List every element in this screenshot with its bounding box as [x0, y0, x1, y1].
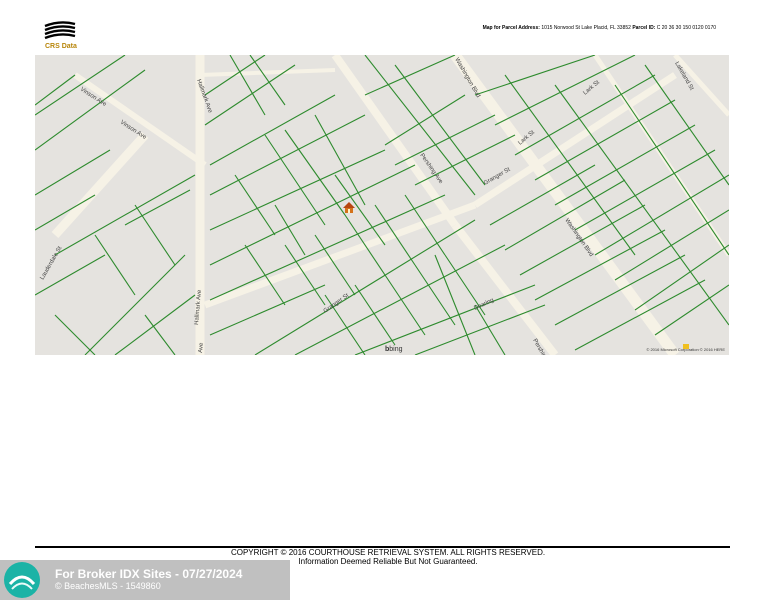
map-canvas: Vinson Ave Vinson Ave Hallmark Ave Hallm… [35, 55, 729, 355]
bing-label: bing [389, 346, 403, 353]
crs-logo-icon [44, 21, 76, 41]
house-marker-icon[interactable] [343, 202, 355, 213]
street-label-lark-st-1: Lark St [582, 80, 601, 97]
brand-name: CRS Data [45, 43, 77, 50]
idx-watermark: For Broker IDX Sites - 07/27/2024 © Beac… [0, 560, 290, 600]
street-label-granger-st-2: Granger St [323, 293, 351, 315]
crs-logo: CRS Data [43, 20, 83, 54]
map-for-label: Map for Parcel Address: [482, 25, 540, 31]
parcel-header: Map for Parcel Address: 1015 Norwood St … [483, 25, 716, 31]
parcel-id-label: Parcel ID: [632, 25, 656, 31]
parcel-address: 1015 Norwood St Lake Placid, FL 33852 [541, 25, 631, 31]
parcel-id: C 20 36 30 150 0120 0170 [656, 25, 716, 31]
street-label-lauderdale: Lauderdale St [40, 245, 64, 281]
parcel-map[interactable]: Vinson Ave Vinson Ave Hallmark Ave Hallm… [35, 55, 729, 355]
copyright-text: COPYRIGHT © 2016 COURTHOUSE RETRIEVAL SY… [230, 548, 546, 557]
street-label-ave-bottom: Ave [198, 342, 205, 353]
watermark-line2: © BeachesMLS - 1549860 [55, 581, 161, 591]
beaches-mls-logo-icon [4, 562, 40, 598]
street-label-dearing: Dearing [473, 297, 495, 311]
bing-logo-icon: bbing [385, 346, 403, 353]
watermark-line1: For Broker IDX Sites - 07/27/2024 [55, 567, 243, 581]
map-attribution: © 2016 Microsoft Corporation © 2016 HERE [646, 347, 725, 352]
